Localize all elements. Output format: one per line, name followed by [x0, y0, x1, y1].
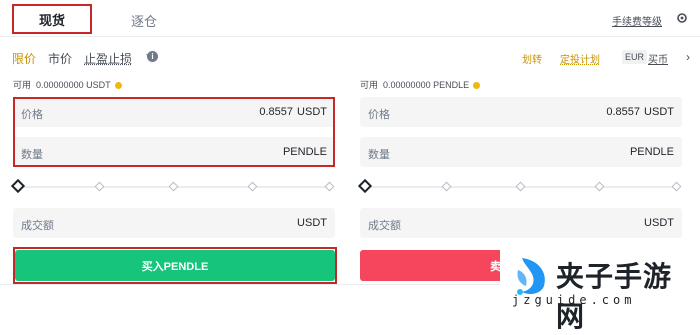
highlight-box-price-amount [13, 97, 335, 167]
watermark-logo-icon [517, 258, 545, 295]
buy-available: 可用 0.00000000 USDT [13, 78, 335, 90]
tab-spot[interactable]: 现货 [12, 4, 92, 34]
price-unit: USDT [644, 106, 674, 118]
sell-available-value: 0.00000000 PENDLE [383, 80, 470, 90]
transfer-link[interactable]: 划转 [522, 51, 542, 66]
order-type-bar: 限价 市价 止盈止损 i 划转 定投计划 EUR 买币 › [0, 48, 700, 68]
amount-unit: PENDLE [629, 146, 674, 158]
price-label: 价格 [368, 109, 390, 121]
slider-step-25[interactable] [441, 181, 452, 192]
buy-total-input[interactable]: 成交额 USDT [13, 208, 335, 238]
site-watermark: 夹子手游网 jzguide.com [500, 250, 700, 333]
watermark-url: jzguide.com [512, 293, 636, 307]
total-label: 成交额 [368, 220, 401, 232]
buy-available-value: 0.00000000 USDT [36, 80, 111, 90]
buy-percent-slider[interactable] [10, 178, 335, 194]
total-unit: USDT [644, 217, 674, 229]
slider-step-75[interactable] [247, 181, 258, 192]
sell-panel: 可用 0.00000000 PENDLE 价格 0.8557 USDT 数量 P… [357, 78, 682, 281]
top-tab-bar: 现货 逐仓 手续费等级 [0, 0, 700, 37]
sell-price-input[interactable]: 价格 0.8557 USDT [360, 97, 682, 127]
chevron-right-icon[interactable]: › [686, 50, 690, 64]
slider-handle[interactable] [10, 178, 26, 194]
gear-icon[interactable] [676, 12, 688, 24]
slider-step-100[interactable] [324, 181, 335, 192]
currency-badge[interactable]: EUR [622, 50, 648, 64]
price-value[interactable]: 0.8557 [606, 106, 640, 118]
sell-available: 可用 0.00000000 PENDLE [360, 78, 682, 90]
slider-step-75[interactable] [594, 181, 605, 192]
tab-isolated-margin[interactable]: 逐仓 [131, 11, 157, 30]
info-icon[interactable]: i [147, 51, 158, 62]
sell-amount-input[interactable]: 数量 PENDLE [360, 137, 682, 167]
fee-level-link[interactable]: 手续费等级 [612, 13, 662, 28]
highlight-box-buy-button [13, 247, 337, 284]
slider-step-25[interactable] [94, 181, 105, 192]
order-type-market[interactable]: 市价 [48, 50, 72, 67]
recurring-plan-link[interactable]: 定投计划 [560, 51, 600, 66]
slider-step-50[interactable] [168, 181, 179, 192]
amount-label: 数量 [368, 149, 390, 161]
sell-total-input[interactable]: 成交额 USDT [360, 208, 682, 238]
slider-handle[interactable] [357, 178, 373, 194]
order-type-limit[interactable]: 限价 [12, 50, 36, 67]
plus-coin-icon[interactable] [473, 82, 481, 90]
sell-percent-slider[interactable] [357, 178, 682, 194]
buy-panel: 可用 0.00000000 USDT 价格 0.8557 USDT 数量 PEN… [10, 78, 337, 284]
plus-coin-icon[interactable] [114, 82, 122, 90]
buy-crypto-link[interactable]: 买币 [648, 51, 668, 66]
slider-step-100[interactable] [671, 181, 682, 192]
order-type-stop-limit[interactable]: 止盈止损 [84, 50, 132, 67]
total-label: 成交额 [21, 220, 54, 232]
slider-step-50[interactable] [515, 181, 526, 192]
total-unit: USDT [297, 217, 327, 229]
